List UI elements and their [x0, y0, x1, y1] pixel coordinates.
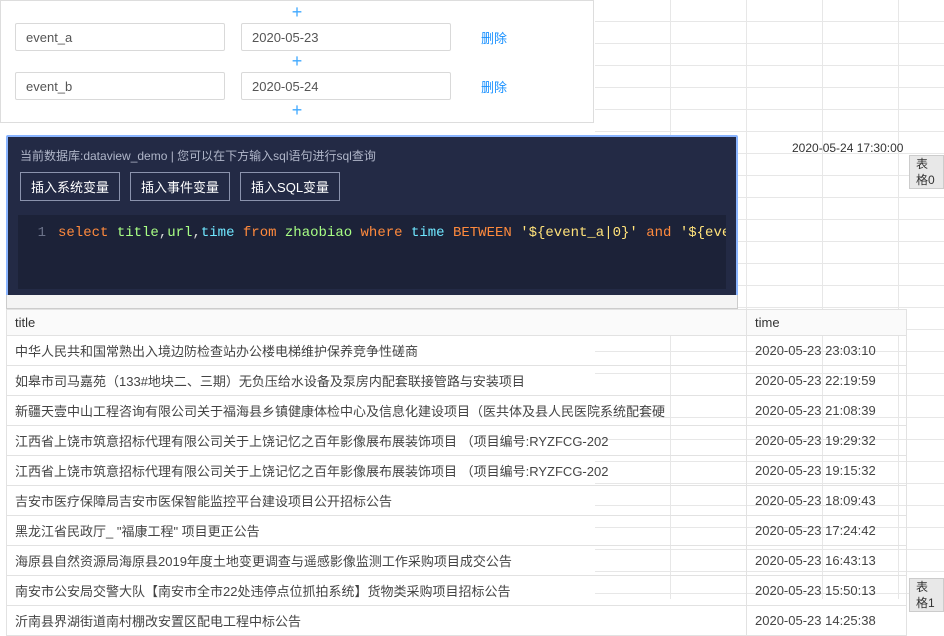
table-row[interactable]: 中华人民共和国常熟出入境边防检查站办公楼电梯维护保养竞争性磋商2020-05-2…: [7, 336, 907, 366]
cell-title: 黑龙江省民政厅_ "福康工程" 项目更正公告: [7, 516, 747, 546]
cell-title: 南安市公安局交警大队【南安市全市22处违停点位抓拍系统】货物类采购项目招标公告: [7, 576, 747, 606]
sheet-tab-0[interactable]: 表格0: [909, 155, 944, 189]
insert-event-var-button[interactable]: 插入事件变量: [130, 172, 230, 201]
cell-time: 2020-05-23 22:19:59: [747, 366, 907, 396]
table-row[interactable]: 新疆天壹中山工程咨询有限公司关于福海县乡镇健康体检中心及信息化建设项目（医共体及…: [7, 396, 907, 426]
insert-sql-var-button[interactable]: 插入SQL变量: [240, 172, 340, 201]
table-row[interactable]: 沂南县界湖街道南村棚改安置区配电工程中标公告2020-05-23 14:25:3…: [7, 606, 907, 636]
cell-title: 中华人民共和国常熟出入境边防检查站办公楼电梯维护保养竞争性磋商: [7, 336, 747, 366]
table-row[interactable]: 吉安市医疗保障局吉安市医保智能监控平台建设项目公开招标公告2020-05-23 …: [7, 486, 907, 516]
results-table-wrap: title time 中华人民共和国常熟出入境边防检查站办公楼电梯维护保养竞争性…: [6, 309, 906, 636]
table-row[interactable]: 江西省上饶市筑意招标代理有限公司关于上饶记忆之百年影像展布展装饰项目 （项目编号…: [7, 456, 907, 486]
cell-time: 2020-05-23 17:24:42: [747, 516, 907, 546]
event-row-a: 删除: [15, 20, 579, 54]
add-row-mid[interactable]: +: [15, 54, 579, 69]
event-name-input[interactable]: [15, 23, 225, 51]
editor-scroll-gutter: [6, 295, 738, 309]
table-row[interactable]: 如皋市司马嘉苑（133#地块二、三期）无负压给水设备及泵房内配套联接管路与安装项…: [7, 366, 907, 396]
cell-time: 2020-05-23 23:03:10: [747, 336, 907, 366]
results-table: title time 中华人民共和国常熟出入境边防检查站办公楼电梯维护保养竞争性…: [6, 309, 907, 636]
event-date-input[interactable]: [241, 23, 451, 51]
event-name-input[interactable]: [15, 72, 225, 100]
col-header-time[interactable]: time: [747, 310, 907, 336]
cell-time: 2020-05-23 14:25:38: [747, 606, 907, 636]
table-row[interactable]: 江西省上饶市筑意招标代理有限公司关于上饶记忆之百年影像展布展装饰项目 （项目编号…: [7, 426, 907, 456]
add-row-top[interactable]: +: [15, 5, 579, 20]
col-header-title[interactable]: title: [7, 310, 747, 336]
table-row[interactable]: 海原县自然资源局海原县2019年度土地变更调查与遥感影像监测工作采购项目成交公告…: [7, 546, 907, 576]
cell-title: 如皋市司马嘉苑（133#地块二、三期）无负压给水设备及泵房内配套联接管路与安装项…: [7, 366, 747, 396]
add-row-bottom[interactable]: +: [15, 103, 579, 118]
cell-time: 2020-05-23 18:09:43: [747, 486, 907, 516]
cell-time: 2020-05-23 15:50:13: [747, 576, 907, 606]
delete-link[interactable]: 删除: [481, 77, 507, 96]
event-row-b: 删除: [15, 69, 579, 103]
cell-title: 吉安市医疗保障局吉安市医保智能监控平台建设项目公开招标公告: [7, 486, 747, 516]
insert-sys-var-button[interactable]: 插入系统变量: [20, 172, 120, 201]
cell-time: 2020-05-23 19:15:32: [747, 456, 907, 486]
cell-time: 2020-05-23 19:29:32: [747, 426, 907, 456]
sql-hint-text: 当前数据库:dataview_demo | 您可以在下方输入sql语句进行sql…: [8, 137, 736, 172]
cell-title: 新疆天壹中山工程咨询有限公司关于福海县乡镇健康体检中心及信息化建设项目（医共体及…: [7, 396, 747, 426]
cell-time: 2020-05-23 16:43:13: [747, 546, 907, 576]
sql-button-row: 插入系统变量 插入事件变量 插入SQL变量: [8, 172, 736, 215]
cell-title: 江西省上饶市筑意招标代理有限公司关于上饶记忆之百年影像展布展装饰项目 （项目编号…: [7, 456, 747, 486]
sql-editor[interactable]: 1select title,url,time from zhaobiao whe…: [18, 215, 726, 289]
event-date-input[interactable]: [241, 72, 451, 100]
cell-time: 2020-05-23 21:08:39: [747, 396, 907, 426]
cell-title: 海原县自然资源局海原县2019年度土地变更调查与遥感影像监测工作采购项目成交公告: [7, 546, 747, 576]
sheet-tab-1[interactable]: 表格1: [909, 578, 944, 612]
table-row[interactable]: 黑龙江省民政厅_ "福康工程" 项目更正公告2020-05-23 17:24:4…: [7, 516, 907, 546]
event-vars-panel: + 删除 + 删除 +: [0, 0, 594, 123]
delete-link[interactable]: 删除: [481, 28, 507, 47]
table-row[interactable]: 南安市公安局交警大队【南安市全市22处违停点位抓拍系统】货物类采购项目招标公告2…: [7, 576, 907, 606]
sql-panel: 当前数据库:dataview_demo | 您可以在下方输入sql语句进行sql…: [6, 135, 738, 307]
cell-title: 江西省上饶市筑意招标代理有限公司关于上饶记忆之百年影像展布展装饰项目 （项目编号…: [7, 426, 747, 456]
corner-timestamp: 2020-05-24 17:30:00: [792, 141, 903, 155]
line-number: 1: [28, 225, 46, 241]
cell-title: 沂南县界湖街道南村棚改安置区配电工程中标公告: [7, 606, 747, 636]
